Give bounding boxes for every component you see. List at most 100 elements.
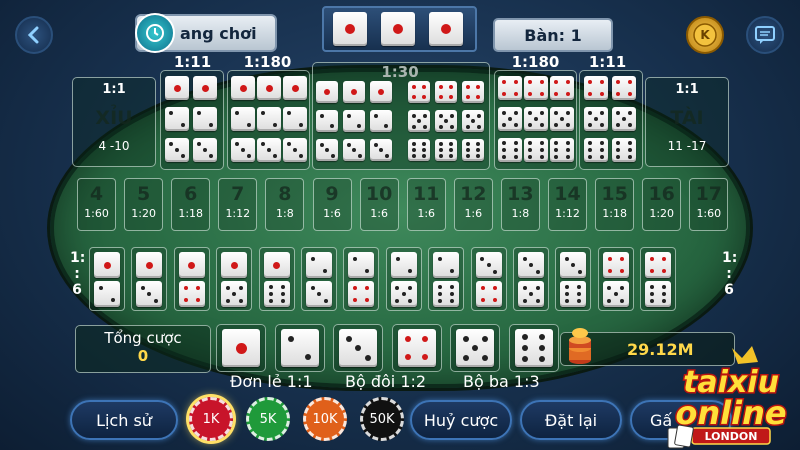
cancel-bet-button[interactable]: Huỷ cược	[410, 400, 512, 440]
bet-tai[interactable]: 1:1 TÀI 11 -17	[645, 77, 729, 167]
bet-combo-4-5[interactable]	[597, 247, 634, 311]
chip-50K[interactable]: 50K	[360, 397, 404, 441]
die-2	[343, 110, 365, 132]
reset-button[interactable]: Đặt lại	[520, 400, 622, 440]
chip-5K[interactable]: 5K	[246, 397, 290, 441]
die-5	[390, 281, 417, 307]
bet-doubles-left[interactable]	[160, 70, 224, 170]
die-2	[433, 252, 460, 278]
die-3	[560, 252, 587, 278]
bet-total-5[interactable]: 5 1:20	[124, 178, 164, 231]
history-log-label: Lịch sử	[96, 410, 152, 430]
bet-combo-1-3[interactable]	[131, 247, 168, 311]
bet-combo-1-5[interactable]	[216, 247, 253, 311]
die-1	[429, 12, 463, 46]
die-6	[524, 138, 548, 162]
die-2	[94, 281, 120, 307]
die-4	[408, 81, 430, 103]
svg-text:LONDON: LONDON	[705, 430, 758, 443]
bet-total-12[interactable]: 12 1:6	[453, 178, 493, 231]
tai-range: 11 -17	[667, 139, 707, 153]
bet-combo-1-2[interactable]	[89, 247, 125, 311]
bet-combo-3-6[interactable]	[555, 247, 592, 311]
die-1	[178, 252, 205, 278]
bet-total-6[interactable]: 6 1:18	[171, 178, 211, 231]
label-triple: Bộ ba 1:3	[463, 372, 540, 391]
die-3	[136, 281, 163, 307]
die-1	[136, 252, 163, 278]
die-6	[498, 138, 522, 162]
bet-total-16[interactable]: 16 1:20	[642, 178, 682, 231]
bet-total-10[interactable]: 10 1:6	[359, 178, 399, 231]
history-clock-icon	[135, 13, 175, 53]
bet-single-5[interactable]	[450, 324, 500, 372]
bet-combo-1-6[interactable]	[258, 247, 295, 311]
back-button[interactable]	[15, 16, 53, 54]
bet-total-9[interactable]: 9 1:6	[312, 178, 352, 231]
bet-combo-2-4[interactable]	[343, 247, 380, 311]
die-5	[524, 107, 548, 131]
bet-single-3[interactable]	[333, 324, 383, 372]
bet-combo-3-5[interactable]	[513, 247, 549, 311]
die-5	[408, 110, 430, 132]
die-2	[306, 252, 332, 278]
die-3	[475, 252, 502, 278]
die-5	[518, 281, 544, 307]
chat-button[interactable]	[746, 16, 784, 54]
total-odds: 1:6	[464, 207, 483, 220]
bet-xiu[interactable]: 1:1 XỈU 4 -10	[72, 77, 156, 167]
chip-10K[interactable]: 10K	[303, 397, 347, 441]
total-number: 8	[278, 183, 292, 205]
die-6	[612, 138, 636, 162]
bet-total-17[interactable]: 17 1:60	[689, 178, 729, 231]
bet-combo-3-4[interactable]	[470, 247, 507, 311]
die-4	[612, 76, 636, 100]
total-odds: 1:20	[131, 207, 156, 220]
die-3	[339, 329, 377, 367]
die-2	[348, 252, 375, 278]
total-odds: 1:6	[417, 207, 436, 220]
total-number: 12	[460, 183, 487, 205]
die-6	[550, 138, 574, 162]
bet-doubles-right[interactable]	[579, 70, 643, 170]
odds-doubles-right: 1:11	[588, 53, 627, 71]
die-3	[343, 139, 365, 161]
die-2	[257, 107, 281, 131]
die-1	[343, 81, 365, 103]
total-bet-value: 0	[137, 347, 149, 365]
bet-triples-left[interactable]	[227, 70, 310, 170]
die-1	[283, 76, 307, 100]
total-odds: 1:6	[323, 207, 341, 220]
bet-combo-4-6[interactable]	[640, 247, 677, 311]
bet-single-2[interactable]	[274, 324, 325, 372]
bet-combo-1-4[interactable]	[173, 247, 210, 311]
bet-total-8[interactable]: 8 1:8	[265, 178, 305, 231]
bet-total-14[interactable]: 14 1:12	[548, 178, 587, 231]
total-odds: 1:6	[370, 207, 388, 220]
history-log-button[interactable]: Lịch sử	[70, 400, 178, 440]
bet-combo-2-3[interactable]	[301, 247, 337, 311]
die-4	[645, 252, 672, 278]
bet-combo-2-6[interactable]	[428, 247, 465, 311]
bet-total-11[interactable]: 11 1:6	[406, 178, 446, 231]
total-bet-label: Tổng cược	[104, 329, 182, 347]
bet-total-4[interactable]: 4 1:60	[77, 178, 116, 231]
bet-total-7[interactable]: 7 1:12	[218, 178, 258, 231]
die-1	[165, 76, 189, 100]
chip-label: 50K	[369, 411, 395, 427]
bet-triples-right[interactable]	[494, 70, 577, 170]
bet-total-15[interactable]: 15 1:18	[595, 178, 635, 231]
total-odds: 1:8	[511, 207, 530, 220]
bet-total-13[interactable]: 13 1:8	[500, 178, 540, 231]
coin-button[interactable]: K	[686, 16, 724, 54]
label-single: Đơn lẻ 1:1	[230, 372, 313, 391]
bet-single-6[interactable]	[508, 324, 559, 372]
total-number: 15	[601, 183, 628, 205]
bet-single-1[interactable]	[216, 324, 266, 372]
bet-any-triple[interactable]	[312, 62, 490, 170]
total-number: 4	[89, 183, 104, 205]
bet-combo-2-5[interactable]	[385, 247, 422, 311]
bet-single-4[interactable]	[391, 324, 442, 372]
chip-1K[interactable]: 1K	[189, 397, 233, 441]
die-5	[584, 107, 608, 131]
